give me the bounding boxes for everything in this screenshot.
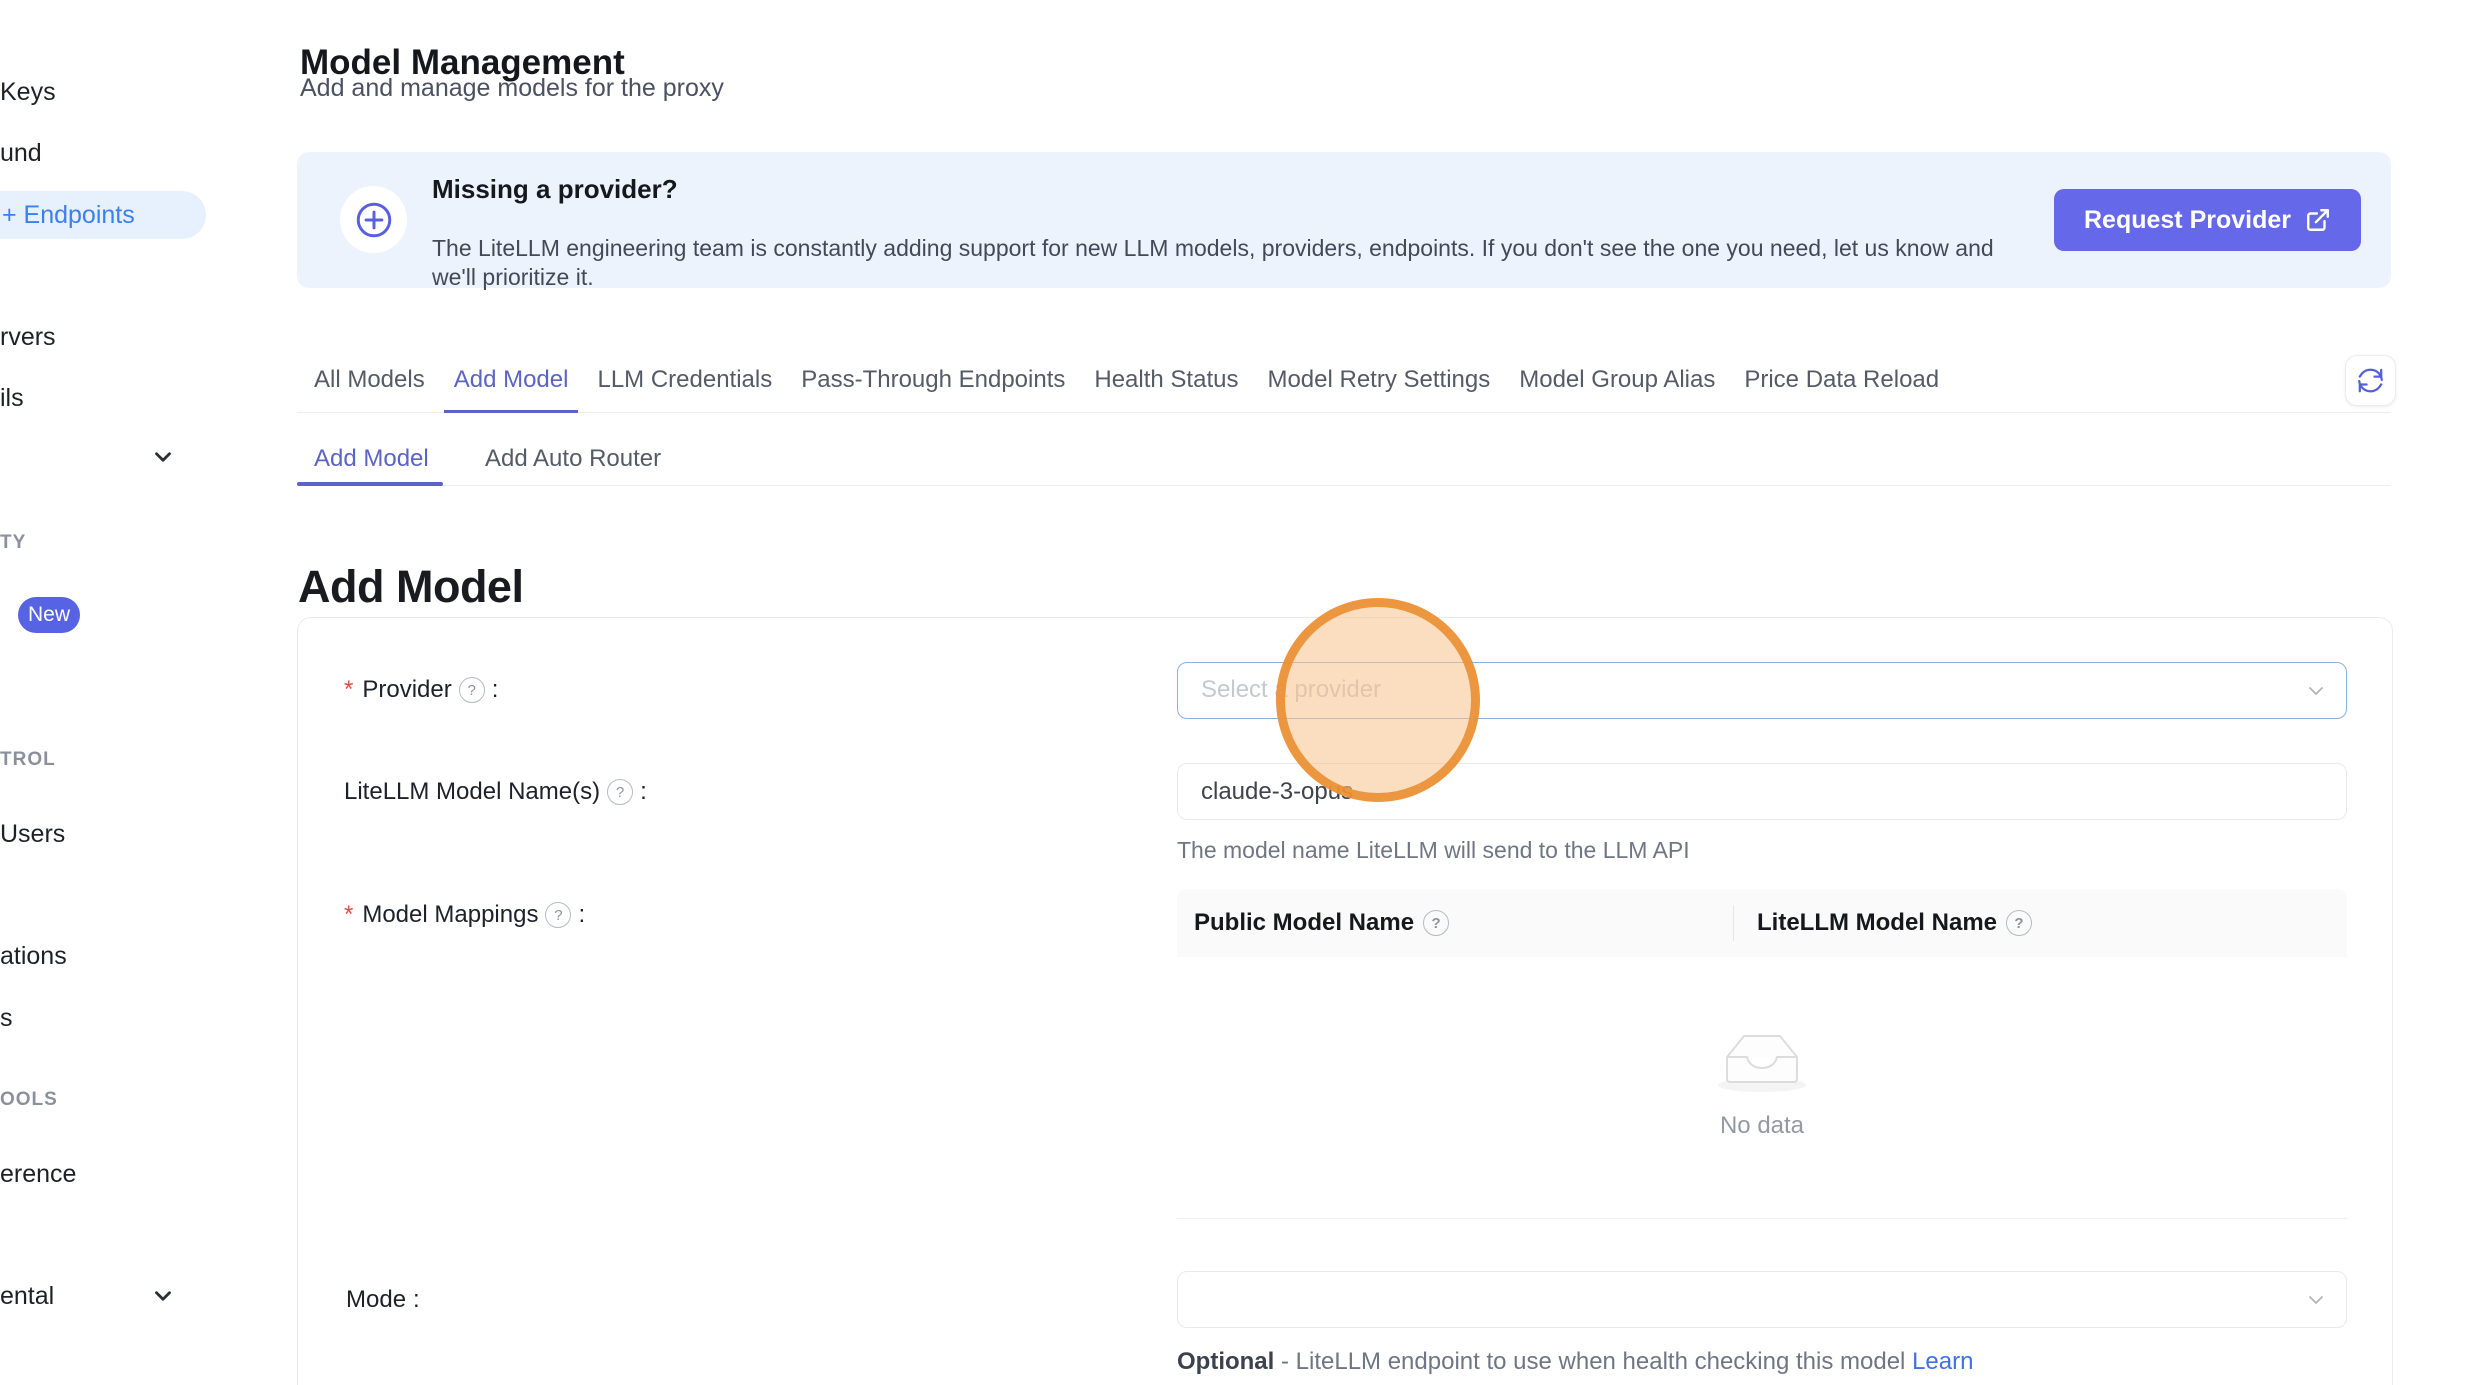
help-circle-icon[interactable]: ? xyxy=(545,902,571,928)
sidebar-item-experimental[interactable]: ental xyxy=(0,1282,54,1311)
optional-prefix: Optional xyxy=(1177,1348,1274,1375)
mode-helper-text: Optional - LiteLLM endpoint to use when … xyxy=(1177,1348,1973,1376)
model-mappings-label: * Model Mappings ? : xyxy=(344,901,585,929)
sidebar-item-details[interactable]: ils xyxy=(0,384,24,413)
refresh-icon xyxy=(2357,367,2384,394)
sidebar-item-inference[interactable]: erence xyxy=(0,1160,76,1189)
sidebar-item-endpoints-active[interactable]: + Endpoints xyxy=(0,191,206,239)
learn-link[interactable]: Learn xyxy=(1912,1348,1973,1375)
chevron-down-icon xyxy=(2304,679,2328,703)
main-tabs: All Models Add Model LLM Credentials Pas… xyxy=(314,366,1939,413)
provider-select[interactable]: Select a provider xyxy=(1177,662,2347,719)
label-colon: : xyxy=(640,778,647,806)
mappings-table-body: No data xyxy=(1177,957,2347,1219)
tab-model-retry-settings[interactable]: Model Retry Settings xyxy=(1257,366,1500,413)
mode-label-text: Mode xyxy=(346,1286,406,1314)
sidebar-section-label: TY xyxy=(0,532,26,554)
label-colon: : xyxy=(492,676,499,704)
column-public-model-name: Public Model Name ? xyxy=(1177,909,1733,937)
banner-title: Missing a provider? xyxy=(432,174,678,205)
subtabs-divider xyxy=(297,485,2391,486)
model-mappings-label-text: Model Mappings xyxy=(362,901,538,929)
model-name-label: LiteLLM Model Name(s) ? : xyxy=(344,778,647,806)
page-subtitle: Add and manage models for the proxy xyxy=(300,74,724,103)
missing-provider-banner: Missing a provider? The LiteLLM engineer… xyxy=(297,152,2391,288)
no-data-text: No data xyxy=(1714,1112,1810,1140)
plus-circle-icon xyxy=(340,186,407,253)
mode-helper-body: - LiteLLM endpoint to use when health ch… xyxy=(1274,1348,1912,1375)
empty-state: No data xyxy=(1714,1027,1810,1140)
sidebar-item-keys[interactable]: Keys xyxy=(0,78,56,107)
help-circle-icon[interactable]: ? xyxy=(2006,910,2032,936)
sidebar: Keys und + Endpoints rvers ils TY New TR… xyxy=(0,0,250,1385)
sidebar-item-organizations[interactable]: ations xyxy=(0,942,67,971)
help-circle-icon[interactable]: ? xyxy=(1423,910,1449,936)
chevron-down-icon[interactable] xyxy=(150,1283,176,1309)
request-provider-label: Request Provider xyxy=(2084,206,2291,235)
add-model-heading: Add Model xyxy=(298,561,523,613)
refresh-button[interactable] xyxy=(2345,355,2396,406)
label-colon: : xyxy=(413,1286,420,1314)
label-colon: : xyxy=(578,901,585,929)
sidebar-item-servers[interactable]: rvers xyxy=(0,323,56,352)
sidebar-section-label: TROL xyxy=(0,749,56,771)
provider-label-text: Provider xyxy=(362,676,451,704)
subtab-add-model[interactable]: Add Model xyxy=(314,445,429,473)
sidebar-item-users[interactable]: Users xyxy=(0,820,65,849)
model-name-helper-text: The model name LiteLLM will send to the … xyxy=(1177,837,1690,864)
empty-inbox-icon xyxy=(1714,1027,1810,1093)
column-litellm-model-name: LiteLLM Model Name ? xyxy=(1734,909,2032,937)
help-circle-icon[interactable]: ? xyxy=(459,677,485,703)
tab-price-data-reload[interactable]: Price Data Reload xyxy=(1734,366,1949,413)
chevron-down-icon[interactable] xyxy=(150,444,176,470)
tab-llm-credentials[interactable]: LLM Credentials xyxy=(587,366,782,413)
mode-select[interactable] xyxy=(1177,1271,2347,1328)
mappings-table-header: Public Model Name ? LiteLLM Model Name ? xyxy=(1177,889,2347,957)
tab-pass-through-endpoints[interactable]: Pass-Through Endpoints xyxy=(791,366,1075,413)
subtab-add-auto-router[interactable]: Add Auto Router xyxy=(485,445,661,473)
column-label: LiteLLM Model Name xyxy=(1757,909,1997,937)
tab-all-models[interactable]: All Models xyxy=(304,366,435,413)
sidebar-item-label: + Endpoints xyxy=(2,191,135,239)
help-circle-icon[interactable]: ? xyxy=(607,779,633,805)
column-label: Public Model Name xyxy=(1194,909,1414,937)
sidebar-section-label: OOLS xyxy=(0,1089,58,1111)
request-provider-button[interactable]: Request Provider xyxy=(2054,189,2361,251)
tab-model-group-alias[interactable]: Model Group Alias xyxy=(1509,366,1725,413)
provider-label: * Provider ? : xyxy=(344,676,498,704)
new-badge: New xyxy=(18,597,80,633)
provider-select-placeholder: Select a provider xyxy=(1201,663,1381,717)
sidebar-item-teams[interactable]: s xyxy=(0,1004,13,1033)
model-name-input[interactable] xyxy=(1177,763,2347,820)
mode-label: Mode : xyxy=(346,1286,420,1314)
banner-body: The LiteLLM engineering team is constant… xyxy=(432,234,2022,292)
required-mark: * xyxy=(344,676,353,704)
chevron-down-icon xyxy=(2304,1288,2328,1312)
tab-health-status[interactable]: Health Status xyxy=(1084,366,1248,413)
model-name-label-text: LiteLLM Model Name(s) xyxy=(344,778,600,806)
required-mark: * xyxy=(344,901,353,929)
tab-add-model[interactable]: Add Model xyxy=(444,366,579,413)
external-link-icon xyxy=(2305,207,2331,233)
sidebar-item-playground[interactable]: und xyxy=(0,139,42,168)
subtab-active-indicator xyxy=(297,482,443,486)
model-management-page: Keys und + Endpoints rvers ils TY New TR… xyxy=(0,0,2477,1385)
